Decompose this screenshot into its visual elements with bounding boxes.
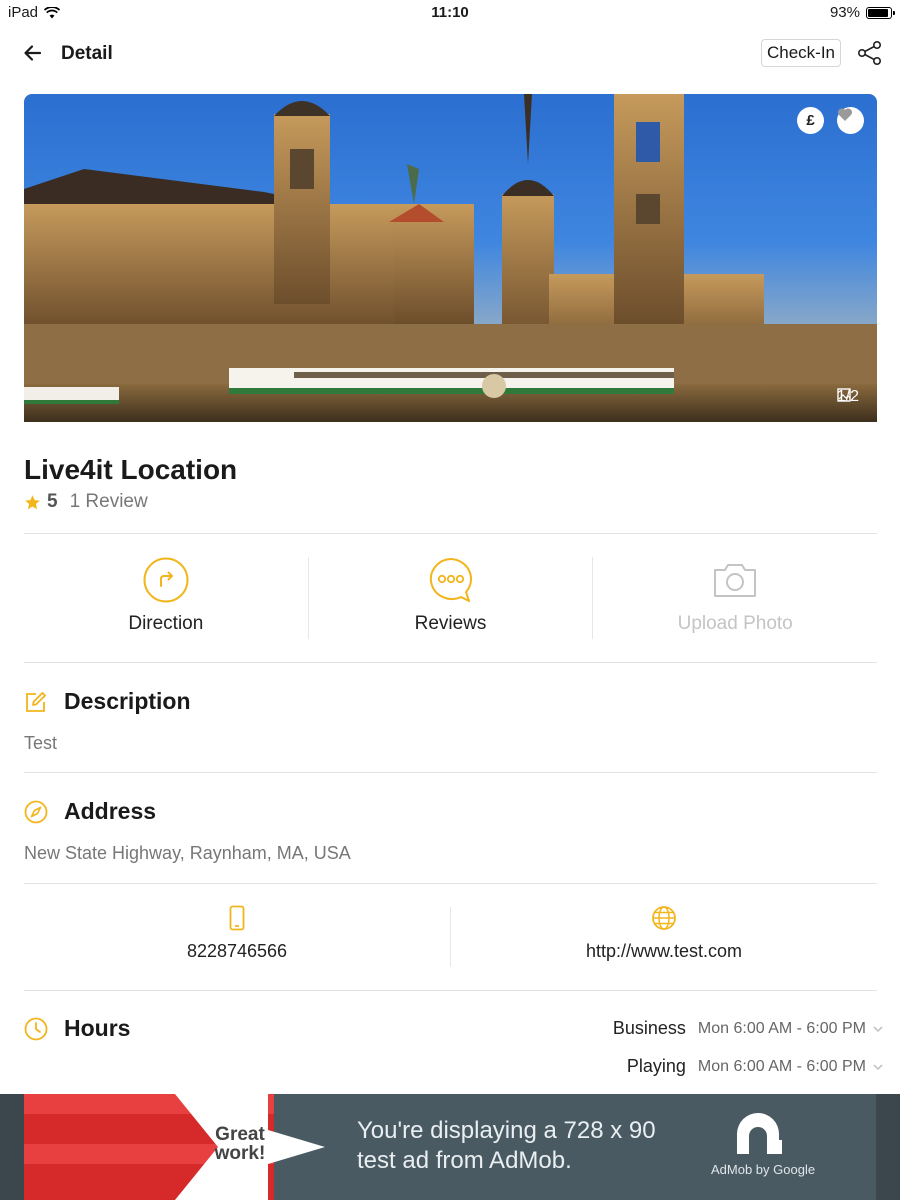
share-icon[interactable] <box>856 39 884 67</box>
status-time: 11:10 <box>431 4 469 21</box>
page-title: Detail <box>61 43 113 64</box>
status-bar: iPad 11:10 93% <box>0 0 900 24</box>
ad-brand: AdMob by Google <box>711 1162 816 1177</box>
phone-number: 8228746566 <box>186 941 288 961</box>
contact-row: 8228746566 http://www.test.com <box>24 905 877 967</box>
reviews-label: Reviews <box>414 613 487 634</box>
description-heading: Description <box>64 688 191 714</box>
description-header: Description <box>24 688 191 715</box>
divider <box>24 662 877 663</box>
price-badge[interactable]: £ <box>797 107 824 134</box>
description-text: Test <box>24 733 58 753</box>
hours-header: Hours <box>24 1015 130 1042</box>
city-skyline-illustration <box>24 94 877 422</box>
heart-icon <box>837 108 853 121</box>
hours-kind: Business <box>612 1018 686 1038</box>
address-header: Address <box>24 798 156 825</box>
divider <box>24 883 877 884</box>
camera-icon <box>714 564 757 597</box>
hours-row-business[interactable]: Business Mon 6:00 AM - 6:00 PM <box>613 1018 884 1039</box>
direction-button[interactable]: Direction <box>24 555 308 640</box>
ad-banner[interactable]: Great work! You're displaying a 728 x 90… <box>0 1094 900 1200</box>
battery-fill <box>868 8 889 17</box>
divider <box>24 990 877 991</box>
address-text[interactable]: New State Highway, Raynham, MA, USA <box>24 843 351 864</box>
star-icon <box>25 494 40 509</box>
navigation-bar: Detail Check-In <box>0 30 900 78</box>
chevron-down-icon <box>873 1063 883 1070</box>
website-url: http://www.test.com <box>585 941 743 961</box>
direction-icon <box>143 557 189 603</box>
globe-icon <box>652 906 676 930</box>
upload-photo-button[interactable]: Upload Photo <box>593 555 877 640</box>
gallery-icon <box>837 388 851 402</box>
hours-row-playing[interactable]: Playing Mon 6:00 AM - 6:00 PM <box>627 1056 884 1077</box>
hero-photo[interactable]: £ 1/2 <box>24 94 877 422</box>
hours-kind: Playing <box>626 1056 686 1076</box>
place-title: Live4it Location <box>24 454 238 485</box>
website-button[interactable]: http://www.test.com <box>451 905 877 967</box>
ad-badge-line: work! <box>214 1143 266 1164</box>
ad-frame-left <box>0 1094 24 1200</box>
divider <box>24 772 877 773</box>
divider <box>24 533 877 534</box>
check-in-button[interactable]: Check-In <box>761 39 841 67</box>
review-count[interactable]: 1 Review <box>70 491 148 513</box>
hours-time: Mon 6:00 AM - 6:00 PM <box>697 1019 866 1037</box>
clock-icon <box>24 1017 48 1040</box>
hours-time: Mon 6:00 AM - 6:00 PM <box>697 1057 866 1075</box>
action-row: Direction Reviews Upload Photo <box>24 555 877 640</box>
direction-label: Direction <box>128 613 204 634</box>
edit-pencil-icon <box>26 691 46 712</box>
rating-score: 5 <box>47 491 58 512</box>
reviews-chat-icon <box>429 558 472 602</box>
ad-badge-text: Great work! <box>212 1125 268 1163</box>
ad-frame-right <box>876 1094 900 1200</box>
reviews-button[interactable]: Reviews <box>309 555 593 640</box>
ad-message: You're displaying a 728 x 90 test ad fro… <box>357 1117 656 1174</box>
hours-heading: Hours <box>64 1015 131 1041</box>
admob-logo-icon <box>737 1113 782 1154</box>
phone-button[interactable]: 8228746566 <box>24 905 450 967</box>
upload-photo-label: Upload Photo <box>677 613 793 634</box>
favorite-button[interactable] <box>837 107 864 134</box>
battery-percent: 93% <box>829 4 860 21</box>
phone-icon <box>229 905 245 931</box>
photo-counter: 1/2 <box>837 388 859 406</box>
back-arrow-icon[interactable] <box>20 40 46 66</box>
address-heading: Address <box>64 798 157 824</box>
battery-icon <box>866 6 895 19</box>
ad-badge-line: Great <box>215 1124 265 1145</box>
chevron-down-icon <box>873 1025 883 1032</box>
rating-row: 5 1 Review <box>24 491 148 513</box>
compass-icon <box>24 800 48 823</box>
status-right: 93% <box>829 4 895 21</box>
